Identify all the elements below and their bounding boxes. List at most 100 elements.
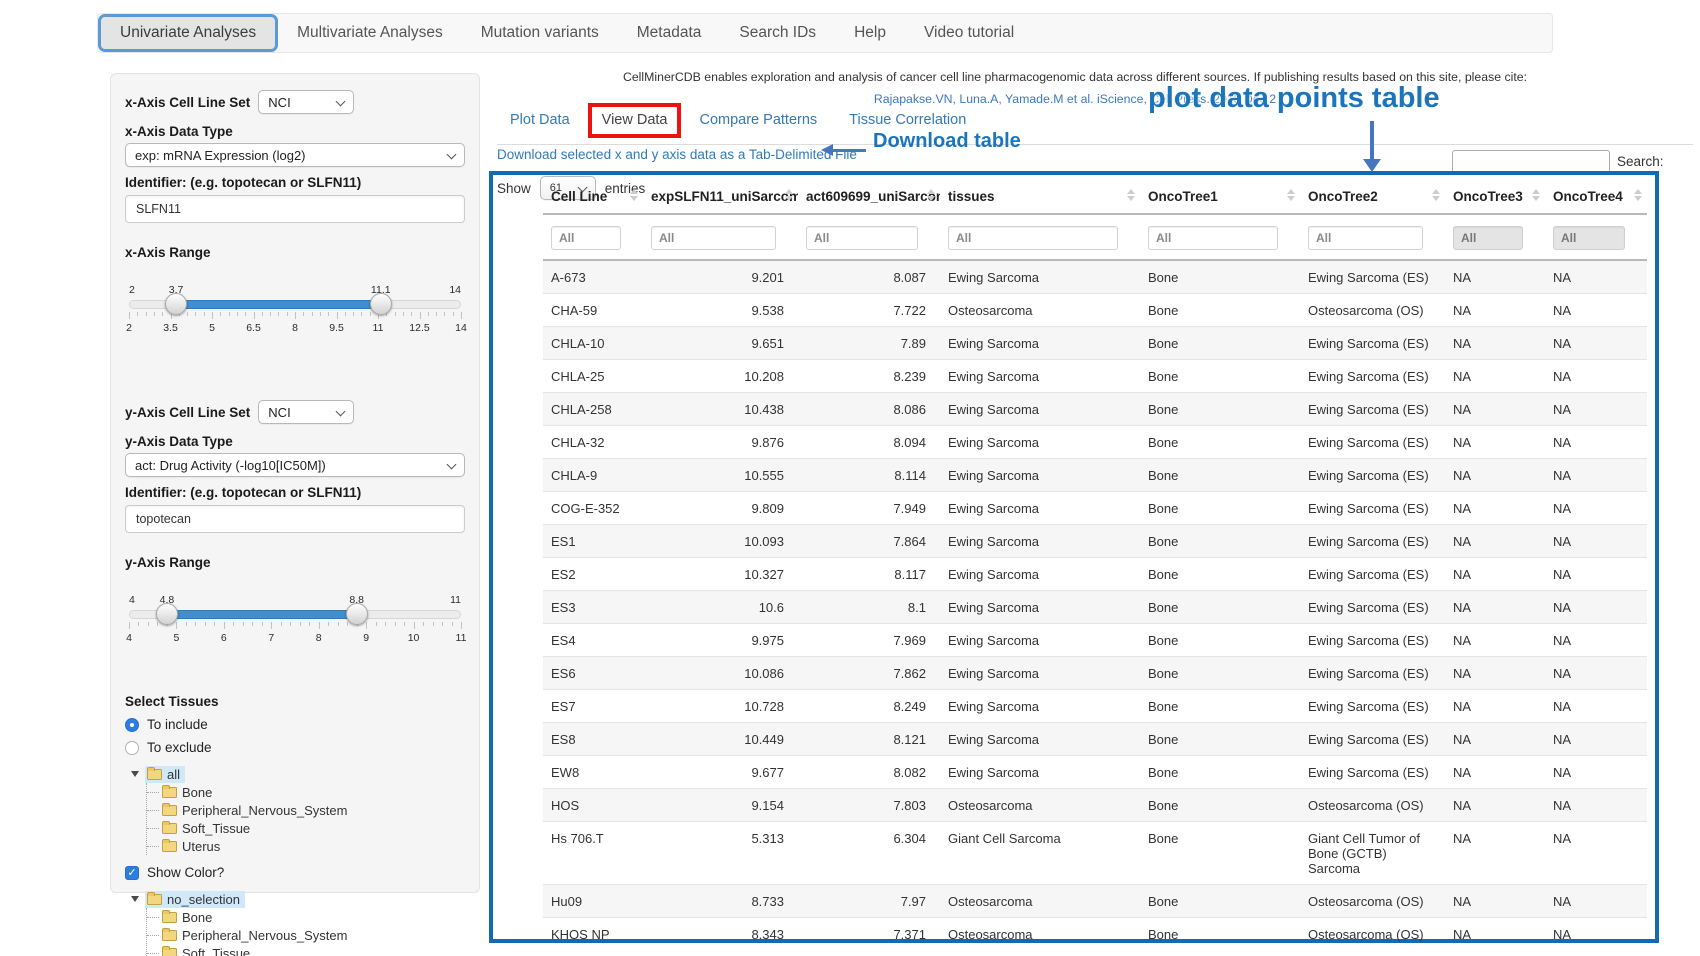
x-identifier-input[interactable]: SLFN11 — [125, 195, 465, 223]
column-filter-cell-line[interactable]: All — [551, 226, 621, 250]
tree-node-soft-tissue[interactable]: Soft_Tissue — [147, 819, 465, 837]
column-filter-act609699-unisarcoma[interactable]: All — [806, 226, 918, 250]
x-axis-range-slider[interactable]: 2143.711.123.556.589.51112.514 — [129, 284, 461, 348]
subtab-compare-patterns[interactable]: Compare Patterns — [699, 112, 817, 128]
subtab-tissue-correlation[interactable]: Tissue Correlation — [849, 112, 966, 128]
table-search-input[interactable] — [1452, 150, 1610, 173]
column-filter-oncotree2[interactable]: All — [1308, 226, 1423, 250]
sort-icon[interactable] — [630, 189, 638, 201]
table-row-es3[interactable]: ES310.68.1Ewing SarcomaBoneEwing Sarcoma… — [543, 591, 1647, 624]
column-filter-tissues[interactable]: All — [948, 226, 1118, 250]
tree-node-soft-tissue[interactable]: Soft_Tissue — [147, 944, 465, 956]
table-row-khos-np[interactable]: KHOS NP8.3437.371OsteosarcomaBoneOsteosa… — [543, 918, 1647, 951]
slider-tick-label: 5 — [209, 322, 215, 334]
table-row-ew8[interactable]: EW89.6778.082Ewing SarcomaBoneEwing Sarc… — [543, 756, 1647, 789]
tree-expand-icon[interactable] — [131, 771, 139, 777]
nav-tab-help[interactable]: Help — [835, 14, 905, 52]
table-row-chla-258[interactable]: CHLA-25810.4388.086Ewing SarcomaBoneEwin… — [543, 393, 1647, 426]
x-axis-set-select[interactable]: NCI — [258, 90, 354, 114]
tree-expand-icon[interactable] — [131, 896, 139, 902]
slider-tick-label: 8 — [292, 322, 298, 334]
nav-tab-search-ids[interactable]: Search IDs — [720, 14, 835, 52]
y-axis-set-select[interactable]: NCI — [258, 400, 354, 424]
tree-node-all[interactable]: all — [145, 766, 185, 783]
subtab-view-data[interactable]: View Data — [602, 112, 668, 128]
nav-tab-mutation-variants[interactable]: Mutation variants — [462, 14, 618, 52]
column-header-expslfn11-unisarcoma[interactable]: expSLFN11_uniSarcoma — [643, 178, 798, 214]
table-row-es2[interactable]: ES210.3278.117Ewing SarcomaBoneEwing Sar… — [543, 558, 1647, 591]
y-axis-data-type-select[interactable]: act: Drug Activity (-log10[IC50M]) — [125, 453, 465, 477]
table-row-hs-706-t[interactable]: Hs 706.T5.3136.304Giant Cell SarcomaBone… — [543, 822, 1647, 885]
table-row-hos[interactable]: HOS9.1547.803OsteosarcomaBoneOsteosarcom… — [543, 789, 1647, 822]
slider-tick-label: 3.5 — [163, 322, 178, 334]
y-axis-range-slider[interactable]: 4114.88.84567891011 — [129, 594, 461, 658]
tissue-include-radio[interactable]: To include — [125, 717, 465, 732]
sort-asc-icon — [927, 189, 935, 194]
table-row-es6[interactable]: ES610.0867.862Ewing SarcomaBoneEwing Sar… — [543, 657, 1647, 690]
tree-root-row: no_selection — [131, 890, 465, 908]
table-row-es7[interactable]: ES710.7288.249Ewing SarcomaBoneEwing Sar… — [543, 690, 1647, 723]
table-row-cha-59[interactable]: CHA-599.5387.722OsteosarcomaBoneOsteosar… — [543, 294, 1647, 327]
column-header-oncotree3[interactable]: OncoTree3 — [1445, 178, 1545, 214]
nav-tab-univariate-analyses[interactable]: Univariate Analyses — [98, 14, 278, 52]
nav-tab-multivariate-analyses[interactable]: Multivariate Analyses — [278, 14, 462, 52]
column-header-oncotree4[interactable]: OncoTree4 — [1545, 178, 1647, 214]
table-row-cog-e-352[interactable]: COG-E-3529.8097.949Ewing SarcomaBoneEwin… — [543, 492, 1647, 525]
x-axis-slider-max-label: 14 — [449, 284, 461, 296]
column-header-tissues[interactable]: tissues — [940, 178, 1140, 214]
nav-tab-video-tutorial[interactable]: Video tutorial — [905, 14, 1033, 52]
sort-asc-icon — [1127, 189, 1135, 194]
y-identifier-input[interactable]: topotecan — [125, 505, 465, 533]
sort-icon[interactable] — [927, 189, 935, 201]
x-axis-slider-to-handle[interactable] — [370, 293, 392, 315]
tree-children: BonePeripheral_Nervous_SystemSoft_Tissue… — [146, 908, 465, 956]
cell-oncotree2: Ewing Sarcoma (ES) — [1300, 591, 1445, 624]
table-row-es8[interactable]: ES810.4498.121Ewing SarcomaBoneEwing Sar… — [543, 723, 1647, 756]
cell-oncotree4: NA — [1545, 360, 1647, 393]
tree-node-peripheral-nervous-system[interactable]: Peripheral_Nervous_System — [147, 801, 465, 819]
cell-cell-line: EW8 — [543, 756, 643, 789]
column-filter-expslfn11-unisarcoma[interactable]: All — [651, 226, 776, 250]
table-row-es1[interactable]: ES110.0937.864Ewing SarcomaBoneEwing Sar… — [543, 525, 1647, 558]
column-header-label: expSLFN11_uniSarcoma — [651, 189, 798, 204]
column-header-oncotree2[interactable]: OncoTree2 — [1300, 178, 1445, 214]
x-axis-slider-from-handle[interactable] — [165, 293, 187, 315]
subtab-plot-data[interactable]: Plot Data — [510, 112, 570, 128]
nav-tab-metadata[interactable]: Metadata — [618, 14, 721, 52]
column-header-oncotree1[interactable]: OncoTree1 — [1140, 178, 1300, 214]
y-axis-slider-from-handle[interactable] — [156, 603, 178, 625]
y-axis-data-type-value: act: Drug Activity (-log10[IC50M]) — [135, 458, 326, 473]
table-row-chla-9[interactable]: CHLA-910.5558.114Ewing SarcomaBoneEwing … — [543, 459, 1647, 492]
x-axis-data-type-select[interactable]: exp: mRNA Expression (log2) — [125, 143, 465, 167]
slider-minor-tick — [328, 312, 329, 316]
sort-icon[interactable] — [1127, 189, 1135, 201]
column-header-label: OncoTree1 — [1148, 189, 1218, 204]
x-identifier-label: Identifier: (e.g. topotecan or SLFN11) — [125, 175, 465, 190]
column-header-cell-line[interactable]: Cell Line — [543, 178, 643, 214]
y-axis-slider-to-handle[interactable] — [346, 603, 368, 625]
slider-tick — [129, 622, 130, 629]
tree-node-no-selection[interactable]: no_selection — [145, 891, 245, 908]
show-color-checkbox-row[interactable]: Show Color? — [125, 865, 465, 880]
table-row-es4[interactable]: ES49.9757.969Ewing SarcomaBoneEwing Sarc… — [543, 624, 1647, 657]
tree-node-bone[interactable]: Bone — [147, 908, 465, 926]
table-row-chla-10[interactable]: CHLA-109.6517.89Ewing SarcomaBoneEwing S… — [543, 327, 1647, 360]
column-header-act609699-unisarcoma[interactable]: act609699_uniSarcoma — [798, 178, 940, 214]
tissue-exclude-radio[interactable]: To exclude — [125, 740, 465, 755]
citation-line-2[interactable]: Rajapakse.VN, Luna.A, Yamade.M et al. iS… — [520, 92, 1630, 106]
sort-icon[interactable] — [1432, 189, 1440, 201]
table-row-hu09[interactable]: Hu098.7337.97OsteosarcomaBoneOsteosarcom… — [543, 885, 1647, 918]
sort-icon[interactable] — [1634, 189, 1642, 201]
slider-tick — [295, 312, 296, 319]
sort-icon[interactable] — [1532, 189, 1540, 201]
sort-icon[interactable] — [1287, 189, 1295, 201]
table-row-chla-32[interactable]: CHLA-329.8768.094Ewing SarcomaBoneEwing … — [543, 426, 1647, 459]
tree-node-uterus[interactable]: Uterus — [147, 837, 465, 855]
tree-node-bone[interactable]: Bone — [147, 783, 465, 801]
column-filter-oncotree1[interactable]: All — [1148, 226, 1278, 250]
table-row-a-673[interactable]: A-6739.2018.087Ewing SarcomaBoneEwing Sa… — [543, 260, 1647, 294]
tree-node-peripheral-nervous-system[interactable]: Peripheral_Nervous_System — [147, 926, 465, 944]
sort-icon[interactable] — [785, 189, 793, 201]
download-tab-delimited-link[interactable]: Download selected x and y axis data as a… — [497, 147, 857, 162]
table-row-chla-25[interactable]: CHLA-2510.2088.239Ewing SarcomaBoneEwing… — [543, 360, 1647, 393]
